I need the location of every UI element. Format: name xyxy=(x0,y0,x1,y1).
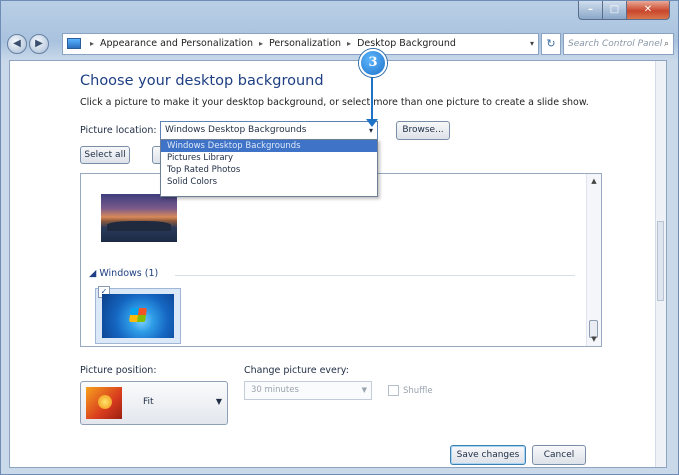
chevron-icon[interactable]: ◢ xyxy=(89,268,96,279)
callout-arrow-line xyxy=(371,75,373,121)
dropdown-option-solid-colors[interactable]: Solid Colors xyxy=(161,176,377,188)
picture-location-label: Picture location: xyxy=(80,125,157,136)
picture-position-select[interactable]: Fit ▼ xyxy=(80,381,228,425)
save-changes-button[interactable]: Save changes xyxy=(450,445,526,465)
picture-gallery: ◢ Windows (1) ✓ ▲ ▼ xyxy=(80,173,602,347)
chevron-down-icon[interactable]: ▾ xyxy=(530,34,534,54)
select-all-button[interactable]: Select all xyxy=(80,146,130,164)
navigation-bar: ◀ ▶ ▸ Appearance and Personalization ▸ Pers… xyxy=(7,32,674,58)
interval-value: 30 minutes xyxy=(251,385,299,395)
window-controls: – □ ✕ xyxy=(578,1,670,20)
browse-button[interactable]: Browse... xyxy=(396,121,450,140)
breadcrumb-separator: ▸ xyxy=(347,39,352,48)
change-picture-label: Change picture every: xyxy=(244,365,349,376)
breadcrumb-separator: ▸ xyxy=(90,39,95,48)
control-panel-icon xyxy=(67,38,81,49)
dropdown-option-windows-desktop-backgrounds[interactable]: Windows Desktop Backgrounds xyxy=(161,140,377,152)
refresh-button[interactable]: ↻ xyxy=(541,33,561,55)
minimize-button[interactable]: – xyxy=(578,1,602,20)
picture-location-value: Windows Desktop Backgrounds xyxy=(165,125,307,135)
search-icon[interactable]: ⌕ xyxy=(664,34,669,54)
step-callout-badge: 3 xyxy=(359,49,387,77)
chevron-down-icon[interactable]: ▼ xyxy=(362,382,367,399)
dropdown-option-pictures-library[interactable]: Pictures Library xyxy=(161,152,377,164)
maximize-button[interactable]: □ xyxy=(602,1,626,20)
flower-preview-icon xyxy=(86,387,122,419)
shuffle-checkbox[interactable]: Shuffle xyxy=(388,385,433,396)
scrollbar-thumb[interactable] xyxy=(657,221,664,301)
windows-wallpaper-thumbnail[interactable] xyxy=(102,294,174,338)
content-pane: Choose your desktop background Click a p… xyxy=(9,60,667,468)
group-divider xyxy=(175,275,575,276)
chevron-down-icon[interactable]: ▼ xyxy=(216,397,222,406)
close-button[interactable]: ✕ xyxy=(626,1,670,20)
scroll-down-icon[interactable]: ▼ xyxy=(587,332,601,346)
windows-logo-icon xyxy=(129,308,147,322)
picture-location-select[interactable]: Windows Desktop Backgrounds ▾ xyxy=(160,121,378,140)
group-label: Windows (1) xyxy=(99,268,159,279)
breadcrumb-separator: ▸ xyxy=(259,39,264,48)
cancel-button[interactable]: Cancel xyxy=(532,445,586,465)
group-header-windows[interactable]: ◢ Windows (1) xyxy=(89,268,158,279)
sunset-wallpaper-thumbnail[interactable] xyxy=(101,194,177,242)
breadcrumb-appearance[interactable]: Appearance and Personalization xyxy=(100,38,253,49)
callout-arrow-head xyxy=(366,119,378,127)
picture-location-dropdown: Windows Desktop Backgrounds Pictures Lib… xyxy=(160,139,378,197)
breadcrumb-desktop-background[interactable]: Desktop Background xyxy=(357,38,456,49)
title-bar[interactable]: – □ ✕ xyxy=(1,1,679,31)
interval-select[interactable]: 30 minutes ▼ xyxy=(244,381,372,400)
dropdown-option-top-rated-photos[interactable]: Top Rated Photos xyxy=(161,164,377,176)
search-input[interactable]: Search Control Panel ⌕ xyxy=(563,33,674,55)
gallery-scrollbar[interactable]: ▲ ▼ xyxy=(586,174,601,346)
picture-position-label: Picture position: xyxy=(80,365,157,376)
shuffle-label: Shuffle xyxy=(403,386,433,396)
control-panel-window: – □ ✕ ◀ ▶ ▸ Appearance and Personalizatio… xyxy=(0,0,679,475)
page-description: Click a picture to make it your desktop … xyxy=(80,97,589,108)
checkbox[interactable] xyxy=(388,385,399,396)
page-title: Choose your desktop background xyxy=(80,73,324,89)
main-scrollbar[interactable] xyxy=(655,61,666,467)
address-bar[interactable]: ▸ Appearance and Personalization ▸ Personal… xyxy=(62,33,539,55)
scroll-up-icon[interactable]: ▲ xyxy=(587,174,601,188)
back-button[interactable]: ◀ xyxy=(7,34,27,54)
island-silhouette xyxy=(107,221,171,231)
forward-button[interactable]: ▶ xyxy=(29,34,49,54)
windows-wallpaper-item[interactable]: ✓ xyxy=(95,286,181,344)
picture-position-value: Fit xyxy=(143,397,154,407)
breadcrumb-personalization[interactable]: Personalization xyxy=(269,38,341,49)
search-placeholder: Search Control Panel xyxy=(568,39,663,49)
